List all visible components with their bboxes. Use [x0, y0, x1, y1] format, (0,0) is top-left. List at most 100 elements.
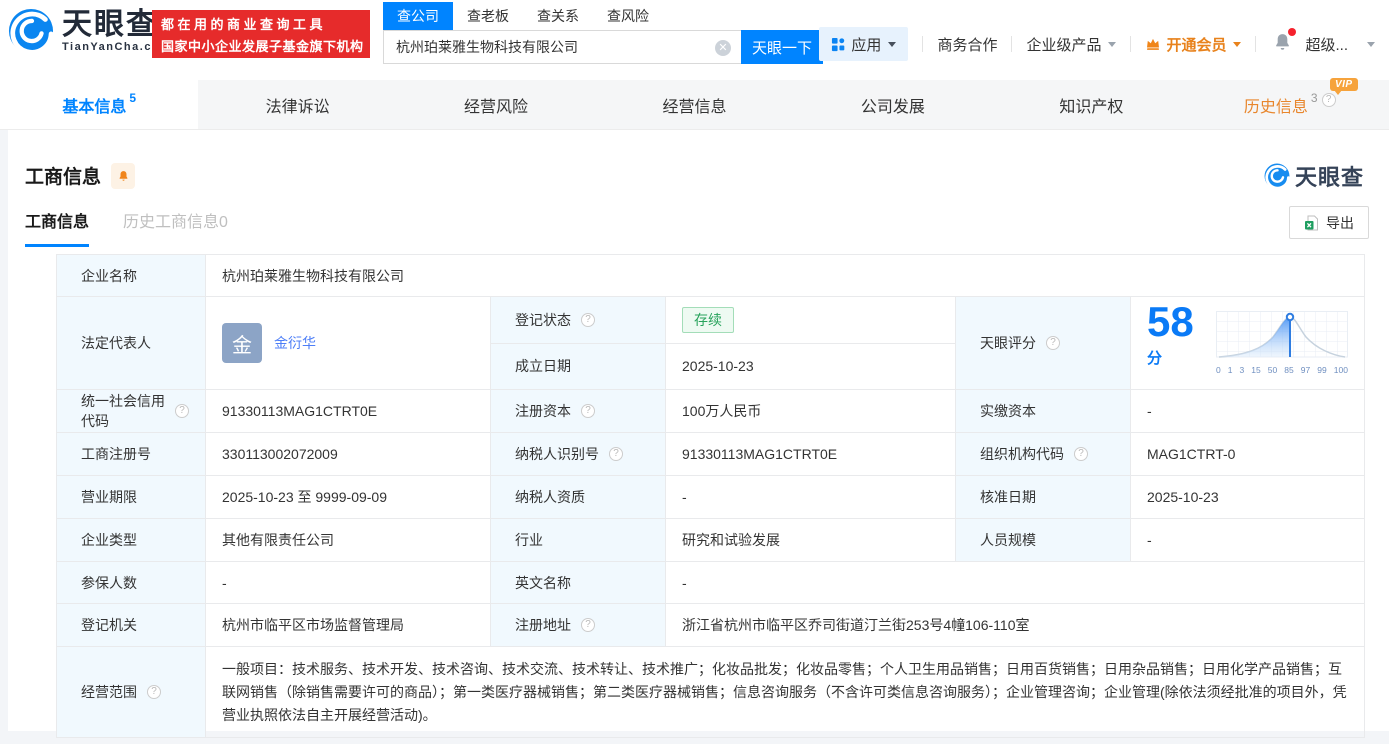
excel-icon: [1305, 215, 1318, 230]
search-tab-boss[interactable]: 查老板: [453, 2, 523, 30]
tab-label: 知识产权: [1059, 98, 1124, 116]
tab-label: 公司发展: [860, 98, 925, 116]
help-icon[interactable]: ?: [1046, 336, 1060, 350]
help-icon[interactable]: ?: [1321, 92, 1336, 107]
promo-line2: 国家中小企业发展子基金旗下机构: [161, 38, 364, 54]
subscribe-bell-button[interactable]: [111, 162, 136, 189]
tab-legal-proceedings[interactable]: 法律诉讼: [198, 80, 396, 129]
tab-operation-risk[interactable]: 经营风险: [397, 80, 595, 129]
english-name-label: 英文名称: [490, 561, 666, 604]
english-name-value: -: [665, 561, 1365, 604]
apps-menu[interactable]: 应用: [819, 27, 909, 61]
industry-value: 研究和试验发展: [665, 518, 956, 562]
search-tab-relation[interactable]: 查关系: [523, 2, 593, 30]
tab-basic-info[interactable]: 基本信息 5: [0, 80, 199, 129]
taxpayer-quality-label: 纳税人资质: [490, 475, 666, 519]
header-nav: 应用 商务合作 企业级产品 开通会员 超级...: [819, 27, 1375, 61]
reg-status-value: 存续: [665, 296, 956, 344]
search-button[interactable]: 天眼一下: [741, 30, 823, 64]
company-name-label: 企业名称: [56, 254, 206, 297]
legal-rep-link[interactable]: 金衍华: [274, 333, 316, 353]
tab-label: 经营信息: [662, 98, 727, 116]
divider: [1011, 36, 1013, 52]
help-icon[interactable]: ?: [175, 404, 189, 418]
export-button[interactable]: 导出: [1289, 206, 1369, 239]
tab-label: 法律诉讼: [265, 98, 330, 116]
reg-capital-label: 注册资本?: [490, 389, 666, 433]
crown-icon: [1147, 38, 1160, 50]
tab-operation-info[interactable]: 经营信息: [595, 80, 793, 129]
help-icon[interactable]: ?: [581, 312, 595, 327]
tianyancha-company-page: 天眼查 TianYanCha.com 都在用的商业查询工具 国家中小企业发展子基…: [0, 0, 1389, 744]
company-type-value: 其他有限责任公司: [205, 518, 491, 562]
search-input[interactable]: [384, 31, 741, 63]
help-icon[interactable]: ?: [147, 685, 161, 699]
notification-bell[interactable]: [1272, 27, 1297, 58]
credit-code-label: 统一社会信用代码?: [56, 389, 206, 433]
insured-count-label: 参保人数: [56, 561, 206, 604]
taxpayer-quality-value: -: [665, 475, 956, 519]
divider: [922, 36, 924, 52]
reg-authority-label: 登记机关: [56, 603, 206, 647]
chevron-down-icon: [1233, 41, 1242, 47]
apps-label: 应用: [851, 36, 882, 54]
subtab-business-info[interactable]: 工商信息: [25, 208, 90, 247]
taxpayer-id-value: 91330113MAG1CTRT0E: [665, 432, 956, 476]
subtabs: 工商信息 历史工商信息0: [25, 208, 228, 247]
section-title: 工商信息: [25, 167, 102, 188]
paid-capital-label: 实缴资本: [955, 389, 1131, 433]
search-tab-risk[interactable]: 查风险: [593, 2, 663, 30]
divider: [1255, 36, 1257, 52]
tianyancha-logo-icon: [8, 8, 54, 54]
promo-banner: 都在用的商业查询工具 国家中小企业发展子基金旗下机构: [152, 10, 370, 58]
chevron-down-icon: [1108, 41, 1117, 47]
business-term-label: 营业期限: [56, 475, 206, 519]
tianyancha-logo-icon: [1264, 163, 1290, 189]
notification-dot: [1288, 27, 1297, 36]
vip-upgrade-menu[interactable]: 开通会员: [1145, 34, 1242, 55]
search-tab-company[interactable]: 查公司: [383, 2, 453, 30]
chevron-down-icon: [1367, 41, 1375, 47]
org-code-value: MAG1CTRT-0: [1130, 432, 1365, 476]
export-label: 导出: [1326, 214, 1354, 231]
table-row: 企业名称 杭州珀莱雅生物科技有限公司: [56, 254, 1365, 297]
business-info-table: 企业名称 杭州珀莱雅生物科技有限公司 法定代表人 金 金衍华 登记状态 ? 存续…: [56, 254, 1365, 738]
tab-label: 经营风险: [464, 98, 529, 116]
approval-date-value: 2025-10-23: [1130, 475, 1365, 519]
insured-count-value: -: [205, 561, 491, 604]
industry-label: 行业: [490, 518, 666, 562]
help-icon[interactable]: ?: [581, 618, 595, 632]
business-scope-value: 一般项目：技术服务、技术开发、技术咨询、技术交流、技术转让、技术推广；化妆品批发…: [205, 646, 1365, 738]
search-box: ✕: [383, 30, 741, 64]
table-row: 企业类型 其他有限责任公司 行业 研究和试验发展 人员规模 -: [56, 518, 1365, 562]
super-vip-menu[interactable]: 超级...: [1305, 34, 1375, 55]
table-row: 工商注册号 330113002072009 纳税人识别号? 91330113MA…: [56, 432, 1365, 476]
help-icon[interactable]: ?: [581, 404, 595, 418]
promo-line1: 都在用的商业查询工具: [161, 16, 327, 32]
enterprise-products-menu[interactable]: 企业级产品: [1026, 34, 1117, 55]
staff-size-value: -: [1130, 518, 1365, 562]
super-vip-label: 超级...: [1305, 36, 1348, 54]
business-term-value: 2025-10-23 至 9999-09-09: [205, 475, 491, 519]
help-icon[interactable]: ?: [1074, 447, 1088, 461]
business-scope-label: 经营范围?: [56, 646, 206, 738]
clear-search-icon[interactable]: ✕: [715, 40, 731, 56]
search-area: 查公司 查老板 查关系 查风险 ✕ 天眼一下: [383, 2, 823, 64]
subtab-history-business-info[interactable]: 历史工商信息0: [123, 208, 228, 247]
tab-company-development[interactable]: 公司发展: [794, 80, 992, 129]
taxpayer-id-label: 纳税人识别号?: [490, 432, 666, 476]
staff-size-label: 人员规模: [955, 518, 1131, 562]
business-coop-link[interactable]: 商务合作: [937, 34, 997, 55]
help-icon[interactable]: ?: [609, 447, 623, 461]
tab-history-info[interactable]: 历史信息 3 ? VIP: [1191, 77, 1389, 129]
business-info-section: 工商信息 天眼查 工商信息 历史工商信息0 导出 企业名称 杭州珀莱雅生物科技有…: [8, 130, 1389, 738]
enterprise-products-label: 企业级产品: [1026, 36, 1102, 54]
tab-intellectual-property[interactable]: 知识产权: [992, 80, 1190, 129]
header: 天眼查 TianYanCha.com 都在用的商业查询工具 国家中小企业发展子基…: [0, 0, 1389, 80]
apps-grid-icon: [832, 37, 845, 51]
table-row: 登记机关 杭州市临平区市场监督管理局 注册地址? 浙江省杭州市临平区乔司街道汀兰…: [56, 603, 1365, 647]
tianyancha-logo[interactable]: 天眼查 TianYanCha.com: [8, 8, 171, 54]
reg-capital-value: 100万人民币: [665, 389, 956, 433]
company-name-value: 杭州珀莱雅生物科技有限公司: [205, 254, 1365, 297]
table-row: 营业期限 2025-10-23 至 9999-09-09 纳税人资质 - 核准日…: [56, 475, 1365, 519]
